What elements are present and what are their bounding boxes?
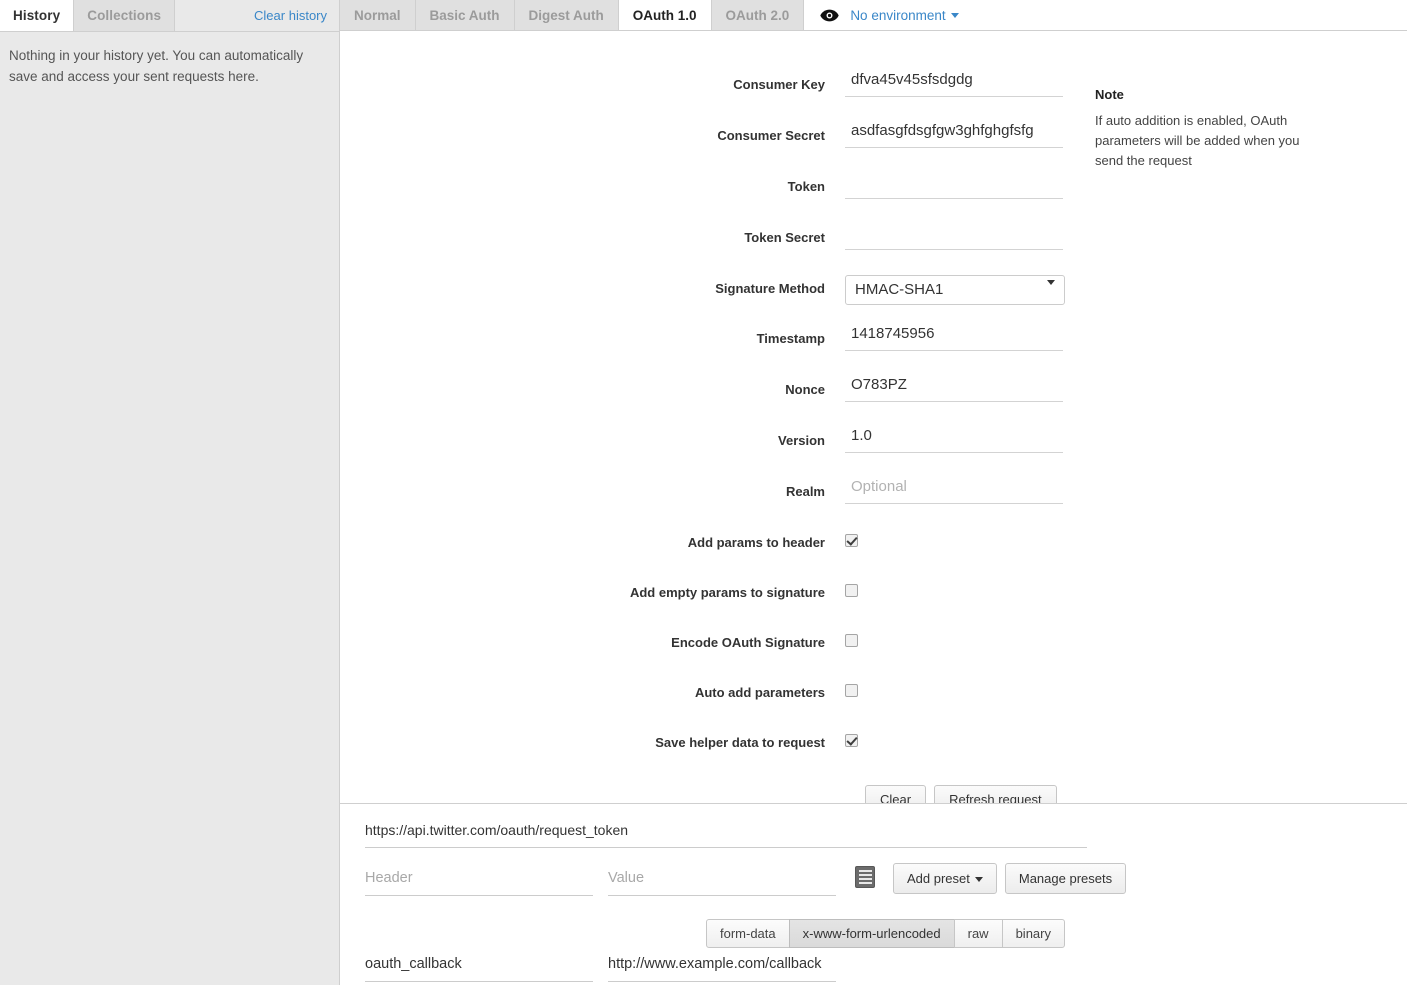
label-add-empty-params-to-signature: Add empty params to signature bbox=[629, 585, 825, 600]
label-save-helper-data-to-request: Save helper data to request bbox=[655, 735, 825, 750]
sidebar-tab-history[interactable]: History bbox=[0, 0, 75, 31]
body-tab-binary-label: binary bbox=[1015, 926, 1051, 941]
oauth1-form: Consumer Key Consumer Secret Token Token… bbox=[340, 31, 1407, 803]
url-row bbox=[340, 820, 1407, 848]
checkbox-row-add-params-to-header: Add params to header bbox=[340, 534, 1407, 585]
body-param-key-input[interactable] bbox=[365, 954, 593, 982]
tab-oauth-2[interactable]: OAuth 2.0 bbox=[711, 0, 805, 30]
manage-presets-button[interactable]: Manage presets bbox=[1004, 863, 1127, 894]
checkbox-row-encode-signature: Encode OAuth Signature bbox=[340, 634, 1407, 685]
token-input[interactable] bbox=[845, 171, 1063, 199]
consumer-key-input[interactable] bbox=[845, 69, 1063, 97]
body-tab-binary[interactable]: binary bbox=[1001, 919, 1065, 948]
preset-buttons: Add preset Manage presets bbox=[893, 863, 1127, 894]
header-value-input[interactable] bbox=[608, 868, 836, 896]
label-version: Version bbox=[778, 433, 825, 448]
note-title: Note bbox=[1095, 87, 1124, 102]
label-consumer-key: Consumer Key bbox=[733, 77, 825, 92]
add-preset-label: Add preset bbox=[907, 871, 970, 886]
auto-add-parameters-checkbox[interactable] bbox=[845, 684, 858, 697]
tab-basic-auth-label: Basic Auth bbox=[429, 7, 500, 23]
label-signature-method: Signature Method bbox=[715, 281, 825, 296]
add-preset-button[interactable]: Add preset bbox=[893, 863, 997, 894]
body-param-row bbox=[340, 954, 1407, 982]
url-input[interactable] bbox=[365, 820, 1087, 848]
body-type-tabs: form-data x-www-form-urlencoded raw bina… bbox=[706, 919, 1065, 948]
label-realm: Realm bbox=[785, 484, 825, 499]
tab-oauth-2-label: OAuth 2.0 bbox=[725, 7, 790, 23]
auth-tabbar: Normal Basic Auth Digest Auth OAuth 1.0 … bbox=[340, 0, 1407, 31]
environment-name: No environment bbox=[850, 7, 946, 23]
checkbox-row-add-empty-params: Add empty params to signature bbox=[340, 584, 1407, 635]
body-tab-x-www-form-urlencoded-label: x-www-form-urlencoded bbox=[802, 926, 941, 941]
history-empty-message: Nothing in your history yet. You can aut… bbox=[9, 48, 304, 84]
chevron-down-icon bbox=[950, 13, 959, 19]
request-builder: GETPOSTPUTPATCHDELETECOPYHEADOPTIONS URL… bbox=[340, 803, 1407, 985]
checkbox-row-auto-add-parameters: Auto add parameters bbox=[340, 684, 1407, 735]
oauth-action-buttons: Clear Refresh request bbox=[865, 785, 1057, 803]
chevron-down-icon bbox=[974, 877, 983, 883]
field-row-realm: Realm bbox=[340, 476, 1407, 534]
bulk-edit-line bbox=[858, 870, 872, 872]
nonce-input[interactable] bbox=[845, 374, 1063, 402]
consumer-secret-input[interactable] bbox=[845, 120, 1063, 148]
header-entry-row: Add preset Manage presets bbox=[340, 863, 1407, 896]
body-param-value-input[interactable] bbox=[608, 954, 836, 982]
note-panel: Note If auto addition is enabled, OAuth … bbox=[1095, 87, 1325, 171]
label-timestamp: Timestamp bbox=[756, 331, 825, 346]
version-input[interactable] bbox=[845, 425, 1063, 453]
bulk-edit-icon[interactable] bbox=[855, 866, 875, 888]
field-row-token-secret: Token Secret bbox=[340, 222, 1407, 280]
note-body: If auto addition is enabled, OAuth param… bbox=[1095, 113, 1300, 168]
save-helper-data-to-request-checkbox[interactable] bbox=[845, 734, 858, 747]
label-auto-add-parameters: Auto add parameters bbox=[694, 685, 825, 700]
body-tab-form-data-label: form-data bbox=[720, 926, 776, 941]
clear-button[interactable]: Clear bbox=[865, 785, 927, 803]
main-panel: Normal Basic Auth Digest Auth OAuth 1.0 … bbox=[340, 0, 1407, 985]
tab-normal[interactable]: Normal bbox=[340, 0, 416, 30]
label-consumer-secret: Consumer Secret bbox=[717, 128, 825, 143]
tab-digest-auth-label: Digest Auth bbox=[528, 7, 604, 23]
signature-method-wrap: HMAC-SHA1HMAC-SHA256RSA-SHA1PLAINTEXT bbox=[845, 274, 1065, 305]
tab-oauth-1[interactable]: OAuth 1.0 bbox=[618, 0, 712, 30]
token-secret-input[interactable] bbox=[845, 222, 1063, 250]
sidebar-tabbar: History Collections Clear history bbox=[0, 0, 339, 31]
bulk-edit-line bbox=[858, 878, 872, 880]
sidebar-tab-collections-label: Collections bbox=[87, 8, 162, 23]
tab-oauth-1-label: OAuth 1.0 bbox=[632, 7, 697, 23]
encode-oauth-signature-checkbox[interactable] bbox=[845, 634, 858, 647]
body-tab-form-data[interactable]: form-data bbox=[706, 919, 790, 948]
tab-digest-auth[interactable]: Digest Auth bbox=[514, 0, 619, 30]
environment-label[interactable]: No environment bbox=[850, 7, 959, 23]
label-token-secret: Token Secret bbox=[744, 230, 825, 245]
sidebar-tab-collections[interactable]: Collections bbox=[74, 0, 176, 31]
sidebar-tab-history-label: History bbox=[13, 8, 61, 23]
add-params-to-header-checkbox[interactable] bbox=[845, 534, 858, 547]
body-tab-x-www-form-urlencoded[interactable]: x-www-form-urlencoded bbox=[788, 919, 955, 948]
eye-icon[interactable] bbox=[820, 9, 840, 22]
environment-selector: No environment bbox=[804, 0, 1407, 30]
clear-history-label: Clear history bbox=[254, 8, 327, 23]
bulk-edit-line bbox=[858, 882, 872, 884]
realm-input[interactable] bbox=[845, 476, 1063, 504]
refresh-request-button[interactable]: Refresh request bbox=[934, 785, 1057, 803]
timestamp-input[interactable] bbox=[845, 323, 1063, 351]
clear-history-link[interactable]: Clear history bbox=[242, 0, 339, 31]
app-window: History Collections Clear history Nothin… bbox=[0, 0, 1407, 985]
header-key-input[interactable] bbox=[365, 868, 593, 896]
body-tab-raw-label: raw bbox=[967, 926, 989, 941]
label-nonce: Nonce bbox=[785, 382, 825, 397]
tab-normal-label: Normal bbox=[354, 7, 401, 23]
add-empty-params-to-signature-checkbox[interactable] bbox=[845, 584, 858, 597]
signature-method-select[interactable]: HMAC-SHA1HMAC-SHA256RSA-SHA1PLAINTEXT bbox=[845, 274, 1065, 305]
label-token: Token bbox=[787, 179, 825, 194]
label-add-params-to-header: Add params to header bbox=[687, 535, 825, 550]
sidebar: History Collections Clear history Nothin… bbox=[0, 0, 340, 985]
bulk-edit-line bbox=[858, 874, 872, 876]
tab-basic-auth[interactable]: Basic Auth bbox=[415, 0, 515, 30]
label-encode-oauth-signature: Encode OAuth Signature bbox=[671, 635, 825, 650]
checkbox-row-save-helper-data: Save helper data to request bbox=[340, 734, 1407, 785]
body-tab-raw[interactable]: raw bbox=[953, 919, 1003, 948]
